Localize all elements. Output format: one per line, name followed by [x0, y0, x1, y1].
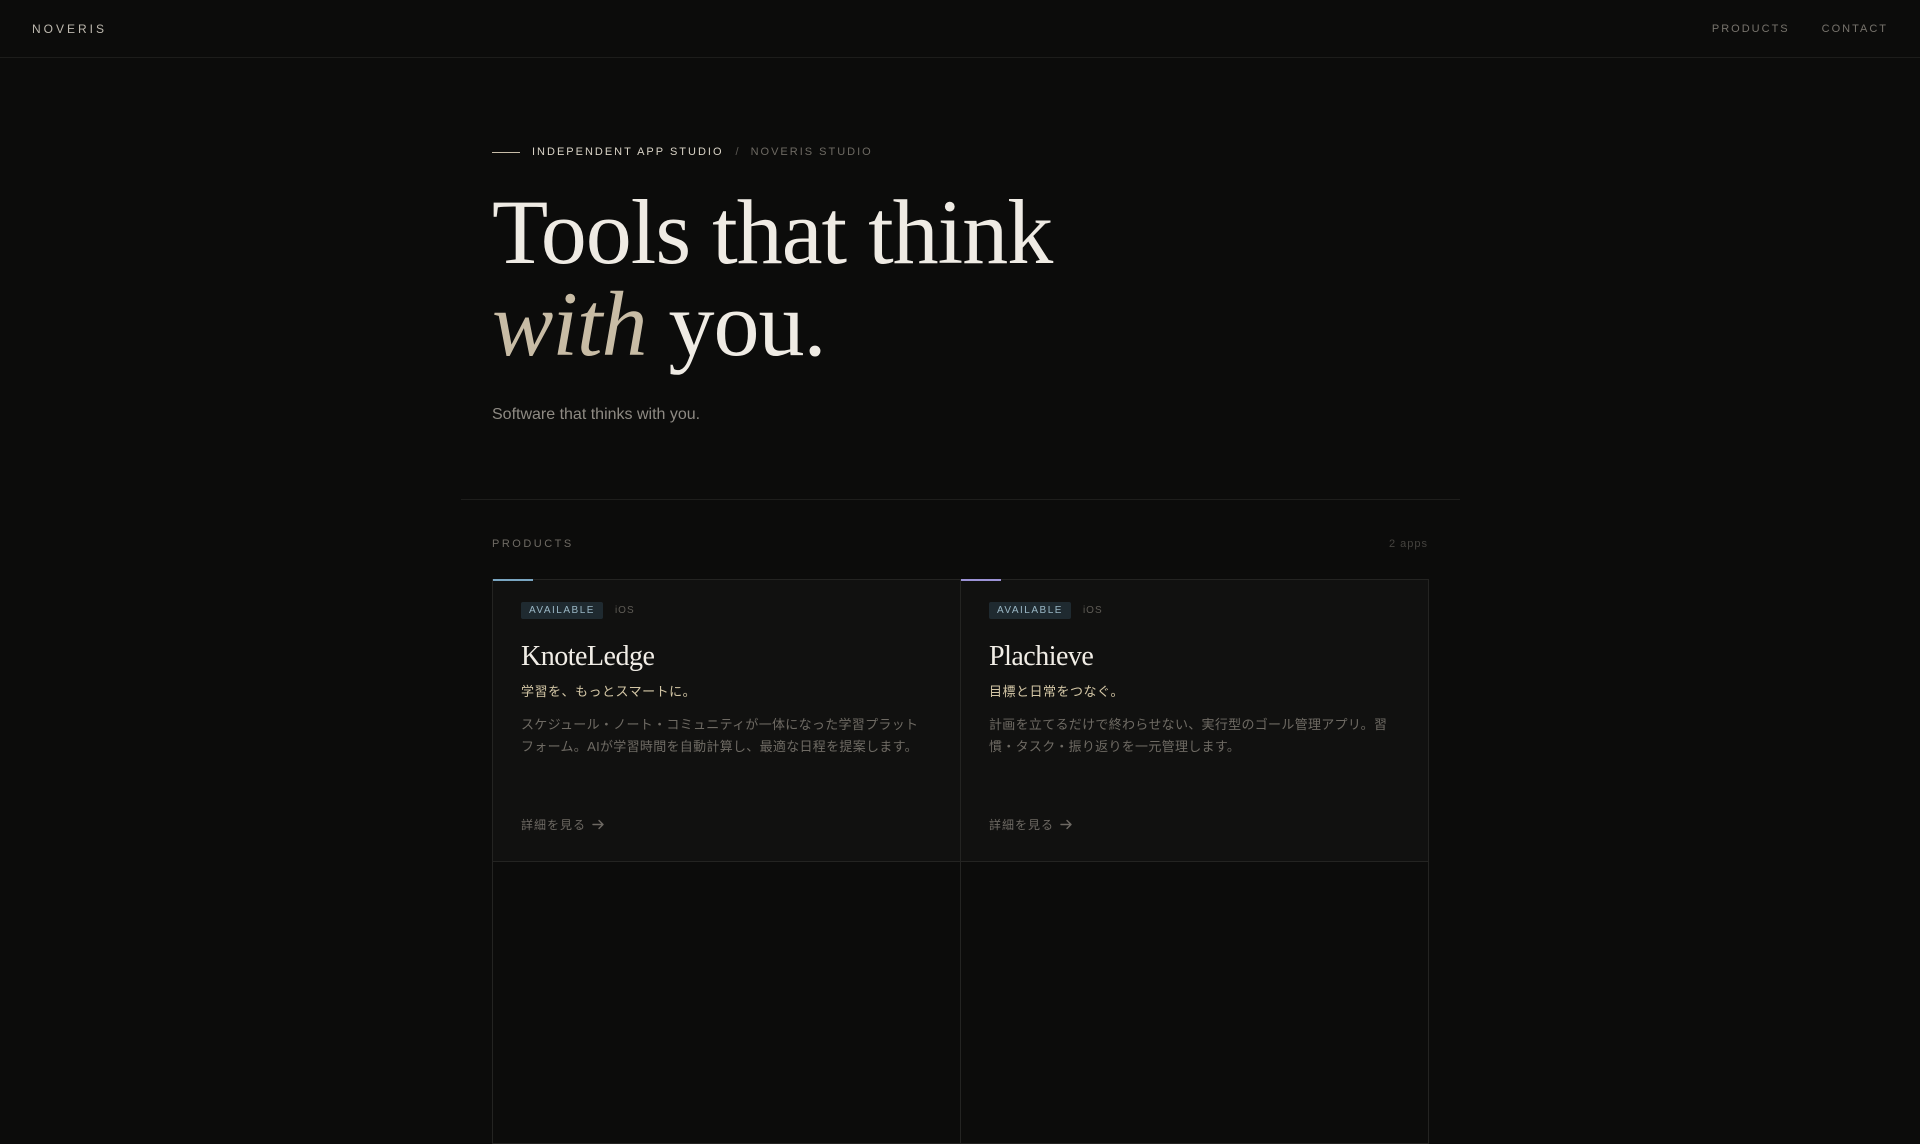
view-details-link[interactable]: 詳細を見る — [521, 816, 605, 833]
product-description: 計画を立てるだけで終わらせない、実行型のゴール管理アプリ。習慣・タスク・振り返り… — [989, 717, 1388, 754]
product-tagline: 目標と日常をつなぐ。 — [989, 684, 1125, 699]
main-nav: PRODUCTS CONTACT — [1712, 23, 1888, 35]
section-divider — [461, 499, 1460, 500]
platform-label: iOS — [1082, 605, 1103, 616]
product-grid: AVAILABLE iOS KnoteLedge 学習を、もっとスマートに。 ス… — [492, 579, 1429, 1144]
product-name: KnoteLedge — [521, 641, 655, 672]
card-accent-line — [493, 579, 533, 581]
hero-section: INDEPENDENT APP STUDIO / NOVERIS STUDIO … — [492, 146, 1452, 424]
headline-line-2-rest: you. — [646, 273, 826, 375]
view-details-link[interactable]: 詳細を見る — [989, 816, 1073, 833]
hero-subtitle: Software that thinks with you. — [492, 406, 701, 423]
eyebrow-separator: / — [735, 146, 739, 158]
nav-link-products[interactable]: PRODUCTS — [1712, 23, 1790, 35]
hero-eyebrow: INDEPENDENT APP STUDIO / NOVERIS STUDIO — [492, 146, 1452, 158]
empty-grid-cell — [492, 861, 961, 1144]
card-tags: AVAILABLE iOS — [521, 602, 932, 619]
product-card-plachieve[interactable]: AVAILABLE iOS Plachieve 目標と日常をつなぐ。 計画を立て… — [960, 579, 1429, 862]
products-section-label: PRODUCTS — [492, 538, 574, 550]
eyebrow-primary-text: INDEPENDENT APP STUDIO — [532, 146, 724, 158]
brand-logo-link[interactable]: NOVERIS — [32, 22, 107, 36]
hero-headline: Tools that think with you. — [492, 186, 1452, 370]
platform-label: iOS — [614, 605, 635, 616]
card-accent-line — [961, 579, 1001, 581]
products-count: 2 apps — [1388, 538, 1428, 550]
arrow-right-icon — [592, 819, 604, 830]
product-name: Plachieve — [989, 641, 1094, 672]
top-nav-bar: NOVERIS PRODUCTS CONTACT — [0, 0, 1920, 58]
eyebrow-rule-line — [492, 151, 520, 153]
product-description: スケジュール・ノート・コミュニティが一体になった学習プラットフォーム。AIが学習… — [521, 717, 919, 754]
headline-line-1: Tools that think — [492, 181, 1053, 283]
product-tagline: 学習を、もっとスマートに。 — [521, 684, 697, 699]
nav-link-contact[interactable]: CONTACT — [1822, 23, 1888, 35]
card-tags: AVAILABLE iOS — [989, 602, 1400, 619]
empty-grid-cell — [960, 861, 1429, 1144]
view-details-label: 詳細を見る — [521, 818, 587, 832]
product-card-knoteledge[interactable]: AVAILABLE iOS KnoteLedge 学習を、もっとスマートに。 ス… — [492, 579, 961, 862]
status-badge: AVAILABLE — [521, 602, 603, 619]
arrow-right-icon — [1060, 819, 1072, 830]
eyebrow-secondary-text: NOVERIS STUDIO — [750, 146, 873, 158]
status-badge: AVAILABLE — [989, 602, 1071, 619]
headline-accent-word: with — [492, 273, 647, 375]
headline-line-2: with you. — [492, 278, 1452, 370]
products-header: PRODUCTS 2 apps — [492, 538, 1428, 550]
view-details-label: 詳細を見る — [989, 818, 1055, 832]
